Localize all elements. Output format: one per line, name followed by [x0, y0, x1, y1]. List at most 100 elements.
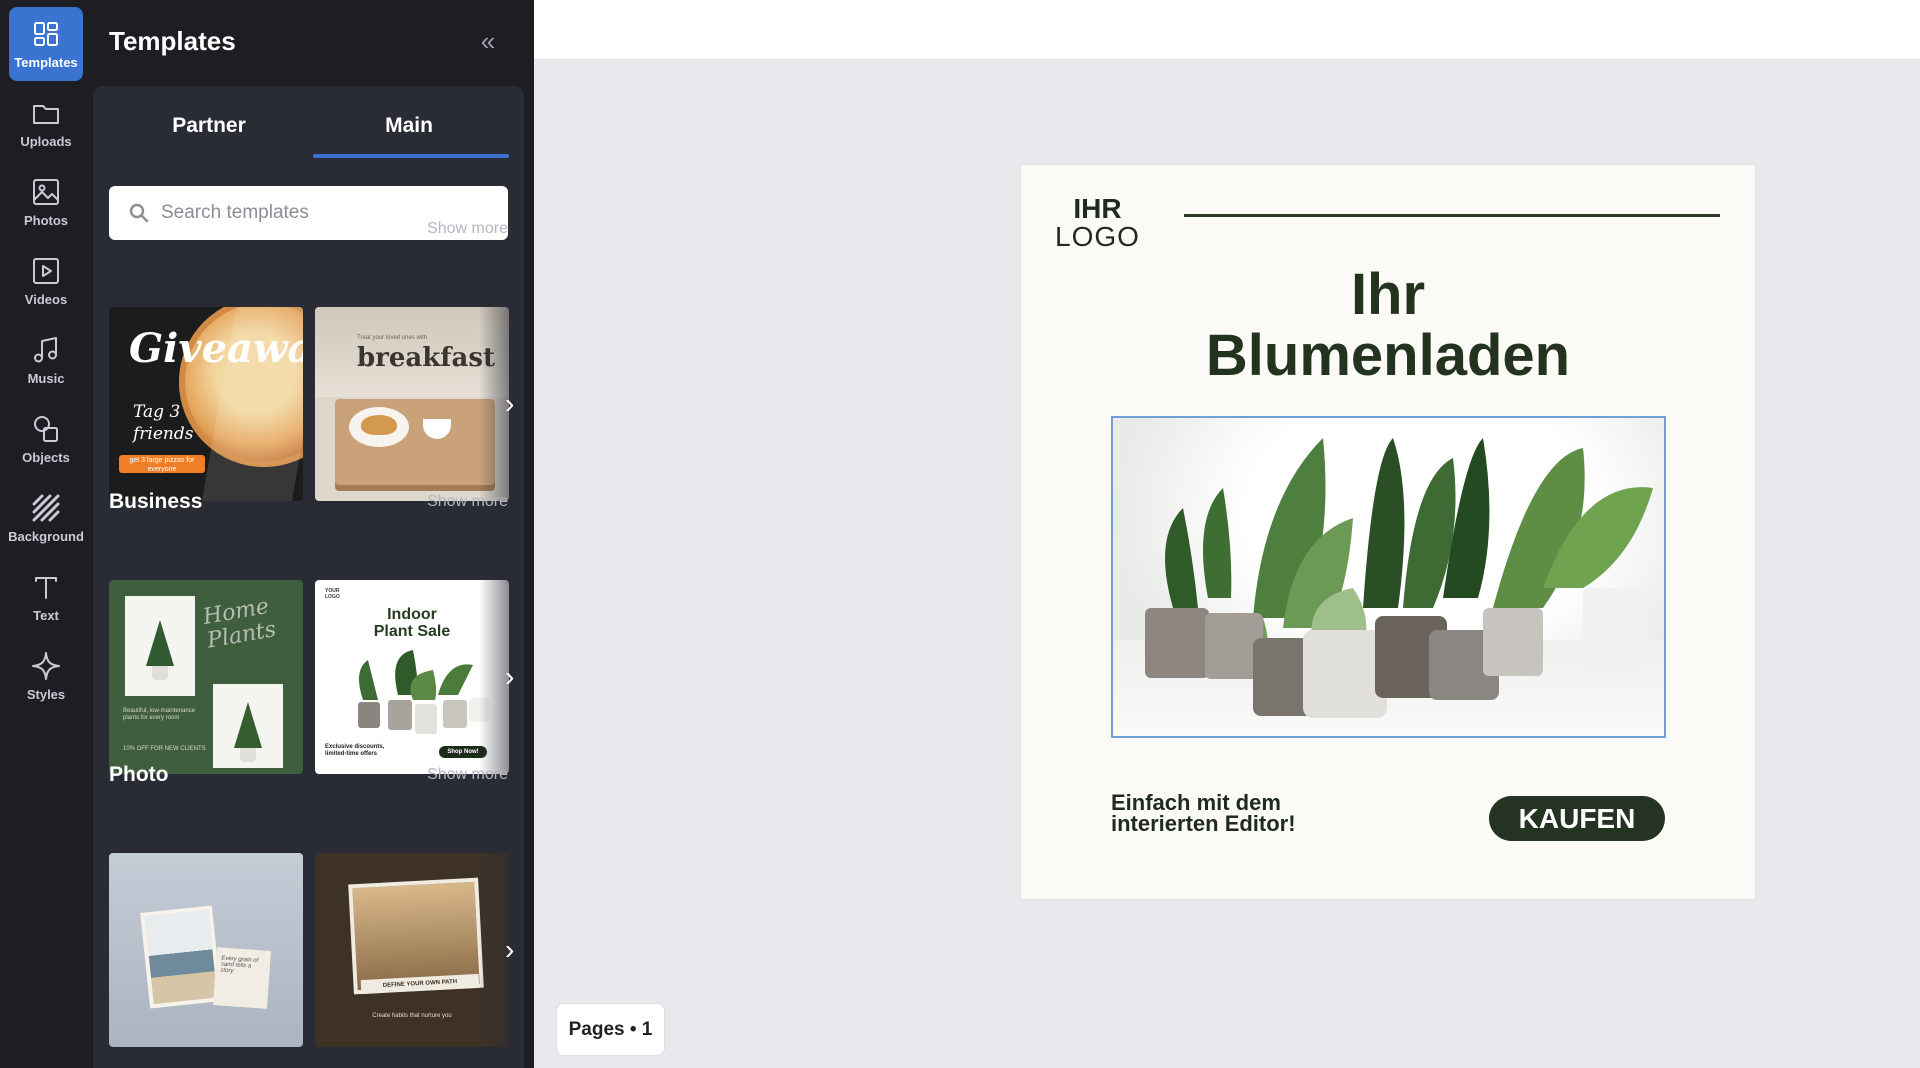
breakfast-title: breakfast [357, 343, 495, 373]
show-more-photo[interactable]: Show more [427, 766, 508, 784]
beach-photo-graphic [140, 905, 222, 1009]
subtext-line-1: Einfach mit dem [1111, 790, 1281, 815]
subtext-line-2: interierten Editor! [1111, 811, 1296, 836]
note-paper: Every grain of sand tells a story [213, 947, 271, 1009]
section-title-food: Food [109, 217, 161, 240]
rail-videos[interactable]: Videos [9, 244, 83, 318]
template-own-path[interactable]: DEFINE YOUR OWN PATH Create habits that … [315, 853, 509, 1047]
panel-title: Templates [109, 26, 236, 56]
canvas-logo-line-1: IHR [1073, 193, 1122, 224]
show-more-business[interactable]: Show more [427, 493, 508, 511]
panel-content: Partner Main Food Show more Giveaway Tag… [93, 86, 524, 1068]
template-breakfast[interactable]: Treat your loved ones with breakfast [315, 307, 509, 501]
folder-icon [33, 105, 59, 124]
home-plants-script: Home Plants [201, 594, 278, 654]
rail-uploads-label: Uploads [20, 134, 72, 149]
canvas-logo-line-2: LOGO [1055, 221, 1140, 252]
indoor-title-line-1: Indoor [387, 606, 437, 623]
croissant-graphic [361, 415, 397, 435]
giveaway-title: Giveaway [129, 325, 303, 372]
giveaway-badge: get 3 large pizzas for everyone [119, 455, 205, 473]
show-more-food[interactable]: Show more [427, 220, 508, 238]
rail-photos[interactable]: Photos [9, 165, 83, 239]
templates-panel: Templates « Partner Main Food Show more … [93, 0, 534, 1068]
photo-next-button[interactable]: › [505, 935, 524, 965]
rail-uploads[interactable]: Uploads [9, 86, 83, 160]
own-path-caption: Create habits that nurture you [372, 1013, 452, 1019]
template-home-plants[interactable]: Home Plants Beautiful, low-maintenance p… [109, 580, 303, 774]
kaufen-button[interactable]: KAUFEN [1489, 796, 1665, 841]
shapes-icon [34, 416, 58, 442]
potted-plants-photo [1145, 438, 1653, 718]
templates-icon [34, 22, 58, 46]
home-plants-fine-print: Beautiful, low-maintenance plants for ev… [123, 708, 196, 721]
indoor-fine-line-1: Exclusive discounts, [325, 744, 385, 750]
section-title-business: Business [109, 490, 203, 513]
rail-objects-label: Objects [22, 450, 70, 465]
giveaway-tag-text: Tag 3 friends [133, 401, 193, 445]
indoor-fine-print: Exclusive discounts, limited-time offers [325, 744, 384, 758]
chevron-right-icon: › [505, 661, 515, 692]
template-giveaway[interactable]: Giveaway Tag 3 friends get 3 large pizza… [109, 307, 303, 501]
rail-music-label: Music [27, 371, 65, 386]
tab-partner[interactable]: Partner [109, 106, 309, 158]
rail-background-label: Background [8, 529, 84, 544]
editor-top-bar [534, 0, 1920, 60]
headline-line-2: Blumenladen [1205, 323, 1571, 388]
rail-objects[interactable]: Objects [9, 402, 83, 476]
food-templates-row: Giveaway Tag 3 friends get 3 large pizza… [109, 307, 524, 501]
business-templates-row: Home Plants Beautiful, low-maintenance p… [109, 580, 524, 774]
text-t-icon [35, 577, 57, 599]
rail-background[interactable]: Background [8, 481, 84, 555]
tool-rail: Templates Uploads Photos Videos Music Ob… [0, 0, 93, 1068]
music-note-icon [34, 337, 57, 363]
template-beach-photo[interactable]: Every grain of sand tells a story [109, 853, 303, 1047]
section-food-header: Food Show more [109, 214, 508, 244]
tab-main[interactable]: Main [309, 106, 509, 158]
template-indoor-plant-sale[interactable]: YOUR LOGO Indoor Plant Sale Exclusive di… [315, 580, 509, 774]
canvas-subtext[interactable]: Einfach mit dem interierten Editor! [1111, 790, 1296, 836]
rail-templates[interactable]: Templates [9, 7, 83, 81]
canvas-headline[interactable]: Ihr Blumenladen [1021, 265, 1755, 387]
photo-templates-row: Every grain of sand tells a story DEFINE… [109, 853, 524, 1047]
chevron-right-icon: › [505, 388, 515, 419]
video-play-icon [33, 258, 59, 284]
plant-graphic [234, 702, 262, 748]
home-plants-offer: 10% OFF FOR NEW CLIENTS [123, 746, 206, 752]
rail-text-label: Text [33, 608, 59, 623]
selected-plant-image[interactable] [1111, 416, 1666, 738]
collapse-panel-button[interactable]: « [473, 26, 503, 56]
rail-photos-label: Photos [23, 213, 69, 228]
chevron-right-icon: › [505, 934, 515, 965]
rail-templates-label: Templates [14, 55, 78, 70]
decorative-rule[interactable] [1184, 214, 1720, 217]
indoor-title: Indoor Plant Sale [315, 606, 509, 640]
section-title-photo: Photo [109, 763, 169, 786]
food-next-button[interactable]: › [505, 389, 524, 419]
section-photo-header: Photo Show more [109, 760, 508, 790]
tree-graphic [146, 620, 174, 666]
shop-now-pill: Shop Now! [439, 746, 487, 758]
rail-music[interactable]: Music [9, 323, 83, 397]
image-icon [33, 179, 59, 205]
indoor-fine-line-2: limited-time offers [325, 751, 378, 757]
pages-button[interactable]: Pages • 1 [556, 1003, 665, 1056]
giveaway-line-2: friends [133, 424, 194, 444]
stripes-icon [32, 494, 60, 522]
indoor-title-line-2: Plant Sale [373, 623, 451, 640]
breakfast-kicker: Treat your loved ones with [357, 335, 428, 341]
rail-text[interactable]: Text [9, 560, 83, 634]
section-business-header: Business Show more [109, 487, 508, 517]
design-canvas[interactable]: IHR LOGO Ihr Blumenladen Einfach mit dem… [1021, 165, 1755, 899]
sparkle-icon [32, 652, 60, 680]
logo-line-2: LOGO [325, 594, 340, 600]
pot-graphic [152, 666, 168, 680]
double-chevron-left-icon: « [480, 26, 496, 56]
rail-styles-label: Styles [26, 687, 66, 702]
giveaway-line-1: Tag 3 [133, 402, 181, 422]
your-logo: YOUR LOGO [325, 588, 340, 600]
rail-styles[interactable]: Styles [9, 639, 83, 713]
canvas-logo[interactable]: IHR LOGO [1055, 195, 1140, 251]
template-tabs: Partner Main [109, 106, 509, 158]
business-next-button[interactable]: › [505, 662, 524, 692]
